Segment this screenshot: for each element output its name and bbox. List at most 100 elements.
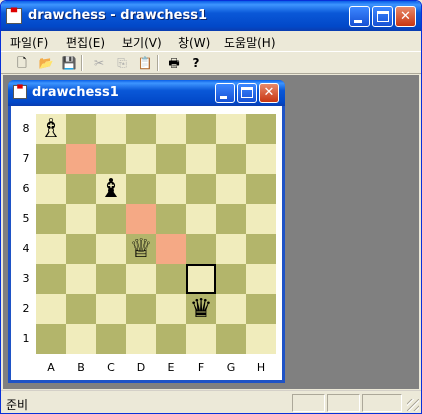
square-b3[interactable] xyxy=(66,264,96,294)
square-e4[interactable] xyxy=(156,234,186,264)
print-icon[interactable]: 🖶 xyxy=(165,54,183,72)
square-e1[interactable] xyxy=(156,324,186,354)
chess-board[interactable]: ♗ ♝ ♕ ♛ xyxy=(36,114,276,354)
square-d2[interactable] xyxy=(126,294,156,324)
square-a4[interactable] xyxy=(36,234,66,264)
square-g3[interactable] xyxy=(216,264,246,294)
square-c5[interactable] xyxy=(96,204,126,234)
square-d6[interactable] xyxy=(126,174,156,204)
new-document-icon[interactable]: 🗋 xyxy=(13,54,31,72)
square-c2[interactable] xyxy=(96,294,126,324)
square-e5[interactable] xyxy=(156,204,186,234)
menu-edit[interactable]: 편집(E) xyxy=(66,34,105,51)
square-f6[interactable] xyxy=(186,174,216,204)
white-queen-piece[interactable]: ♕ xyxy=(126,234,156,264)
black-bishop-piece[interactable]: ♝ xyxy=(96,174,126,204)
square-b4[interactable] xyxy=(66,234,96,264)
square-g6[interactable] xyxy=(216,174,246,204)
square-a1[interactable] xyxy=(36,324,66,354)
close-button[interactable]: ✕ xyxy=(395,6,416,27)
white-bishop-piece[interactable]: ♗ xyxy=(36,114,66,144)
help-icon[interactable]: ? xyxy=(187,54,205,72)
square-c7[interactable] xyxy=(96,144,126,174)
rank-label: 8 xyxy=(22,122,30,135)
square-d7[interactable] xyxy=(126,144,156,174)
square-h5[interactable] xyxy=(246,204,276,234)
square-e3[interactable] xyxy=(156,264,186,294)
square-h6[interactable] xyxy=(246,174,276,204)
menu-help[interactable]: 도움말(H) xyxy=(224,34,276,51)
square-b2[interactable] xyxy=(66,294,96,324)
square-h8[interactable] xyxy=(246,114,276,144)
square-d3[interactable] xyxy=(126,264,156,294)
file-label: D xyxy=(136,361,146,374)
square-c4[interactable] xyxy=(96,234,126,264)
black-queen-piece[interactable]: ♛ xyxy=(186,294,216,324)
square-a7[interactable] xyxy=(36,144,66,174)
paste-icon[interactable]: 📋 xyxy=(136,54,154,72)
cut-icon[interactable]: ✂ xyxy=(90,54,108,72)
menu-view[interactable]: 보기(V) xyxy=(122,34,162,51)
square-b8[interactable] xyxy=(66,114,96,144)
square-b7[interactable] xyxy=(66,144,96,174)
square-f5[interactable] xyxy=(186,204,216,234)
square-h3[interactable] xyxy=(246,264,276,294)
child-close-button[interactable]: ✕ xyxy=(259,83,279,103)
square-g8[interactable] xyxy=(216,114,246,144)
square-h2[interactable] xyxy=(246,294,276,324)
square-e7[interactable] xyxy=(156,144,186,174)
square-h7[interactable] xyxy=(246,144,276,174)
square-f7[interactable] xyxy=(186,144,216,174)
square-d1[interactable] xyxy=(126,324,156,354)
square-h4[interactable] xyxy=(246,234,276,264)
copy-icon[interactable]: ⎘ xyxy=(113,54,131,72)
square-c8[interactable] xyxy=(96,114,126,144)
square-e6[interactable] xyxy=(156,174,186,204)
square-f8[interactable] xyxy=(186,114,216,144)
save-icon[interactable]: 💾 xyxy=(60,54,78,72)
square-b5[interactable] xyxy=(66,204,96,234)
square-g4[interactable] xyxy=(216,234,246,264)
square-g2[interactable] xyxy=(216,294,246,324)
menu-file[interactable]: 파일(F) xyxy=(10,34,48,51)
child-maximize-button[interactable] xyxy=(237,83,257,103)
mdi-client-area[interactable]: ▀ drawchess1 ✕ ♗ ♝ ♕ ♛ 8 7 6 5 4 3 2 1 A B C D E F G H xyxy=(3,75,419,389)
child-window: ▀ drawchess1 ✕ ♗ ♝ ♕ ♛ 8 7 6 5 4 3 2 1 A B C D E F G H xyxy=(8,80,285,383)
maximize-button[interactable] xyxy=(372,6,393,27)
square-a5[interactable] xyxy=(36,204,66,234)
app-icon[interactable]: ▀ xyxy=(6,8,22,24)
square-a2[interactable] xyxy=(36,294,66,324)
square-g1[interactable] xyxy=(216,324,246,354)
square-h1[interactable] xyxy=(246,324,276,354)
child-title-bar[interactable]: ▀ drawchess1 ✕ xyxy=(8,80,285,106)
menu-window[interactable]: 창(W) xyxy=(178,34,210,51)
square-d8[interactable] xyxy=(126,114,156,144)
square-g7[interactable] xyxy=(216,144,246,174)
main-title-bar[interactable]: ▀ drawchess - drawchess1 ✕ xyxy=(1,1,421,31)
square-b6[interactable] xyxy=(66,174,96,204)
maximize-icon xyxy=(241,87,253,98)
child-minimize-button[interactable] xyxy=(215,83,235,103)
square-e8[interactable] xyxy=(156,114,186,144)
square-c3[interactable] xyxy=(96,264,126,294)
square-f3[interactable] xyxy=(186,264,216,294)
chess-board-view[interactable]: ♗ ♝ ♕ ♛ 8 7 6 5 4 3 2 1 A B C D E F G H xyxy=(11,106,282,380)
open-folder-icon[interactable]: 📂 xyxy=(37,54,55,72)
rank-label: 4 xyxy=(22,242,30,255)
main-window: ▀ drawchess - drawchess1 ✕ 파일(F) 편집(E) 보… xyxy=(0,0,422,414)
minimize-button[interactable] xyxy=(349,6,370,27)
square-e2[interactable] xyxy=(156,294,186,324)
maximize-icon xyxy=(377,11,389,22)
square-d5[interactable] xyxy=(126,204,156,234)
resize-grip[interactable] xyxy=(407,399,419,411)
square-a6[interactable] xyxy=(36,174,66,204)
square-g5[interactable] xyxy=(216,204,246,234)
square-b1[interactable] xyxy=(66,324,96,354)
square-c1[interactable] xyxy=(96,324,126,354)
menu-bar: 파일(F) 편집(E) 보기(V) 창(W) 도움말(H) xyxy=(1,31,421,51)
document-icon[interactable]: ▀ xyxy=(13,85,27,99)
square-a3[interactable] xyxy=(36,264,66,294)
child-window-title: drawchess1 xyxy=(32,85,119,100)
square-f4[interactable] xyxy=(186,234,216,264)
square-f1[interactable] xyxy=(186,324,216,354)
